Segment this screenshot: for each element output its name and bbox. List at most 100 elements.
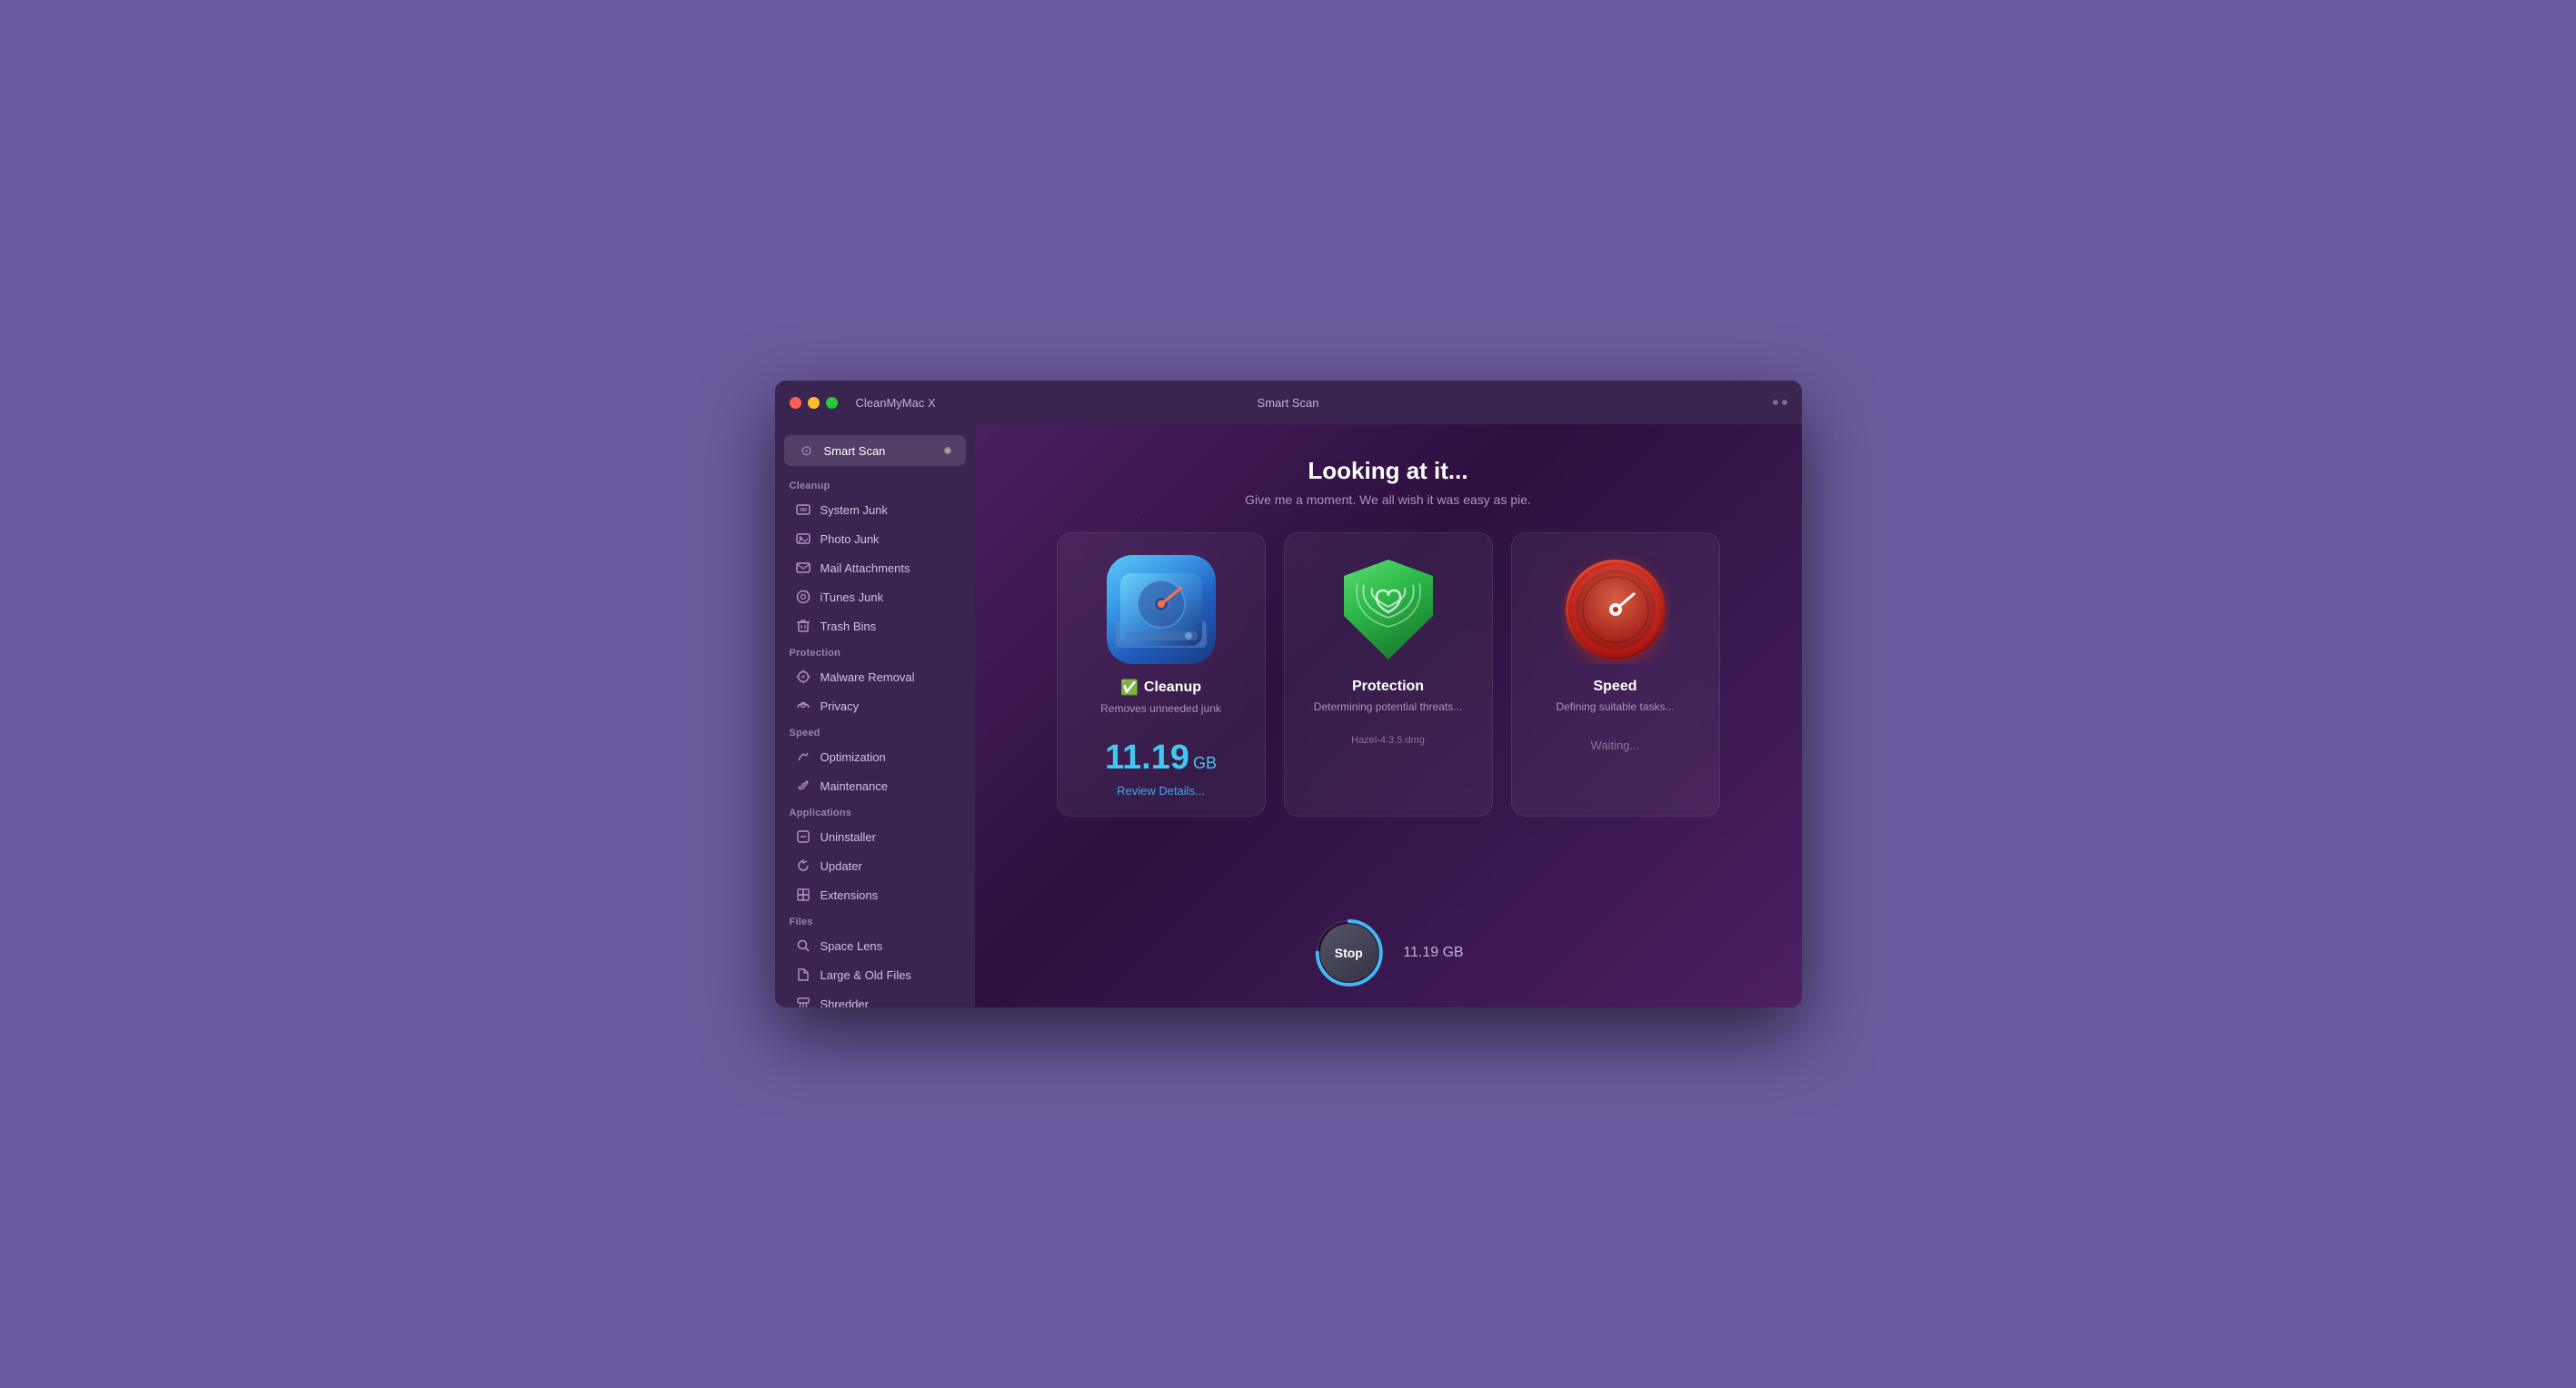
sidebar-item-photo-junk[interactable]: Photo Junk (781, 524, 970, 553)
section-header-protection: Protection (775, 640, 975, 662)
titlebar: CleanMyMac X Smart Scan (775, 381, 1802, 424)
review-details-link[interactable]: Review Details... (1117, 784, 1205, 798)
shredder-label: Shredder (821, 997, 869, 1008)
section-header-files: Files (775, 909, 975, 931)
sidebar: ⊙ Smart Scan Cleanup System Junk Photo J… (775, 424, 975, 1007)
uninstaller-label: Uninstaller (821, 830, 876, 844)
section-header-cleanup: Cleanup (775, 473, 975, 495)
large-files-icon (795, 967, 811, 983)
main-subtitle: Give me a moment. We all wish it was eas… (1245, 492, 1531, 507)
sidebar-item-large-old-files[interactable]: Large & Old Files (781, 960, 970, 989)
shredder-icon (795, 996, 811, 1007)
cleanup-check-icon: ✅ (1120, 679, 1139, 697)
sidebar-item-uninstaller[interactable]: Uninstaller (781, 822, 970, 851)
sidebar-item-space-lens[interactable]: Space Lens (781, 931, 970, 960)
titlebar-dot-2 (1782, 400, 1787, 405)
sidebar-item-maintenance[interactable]: Maintenance (781, 771, 970, 800)
extensions-label: Extensions (821, 888, 879, 902)
malware-icon (795, 669, 811, 685)
sidebar-item-updater[interactable]: Updater (781, 851, 970, 880)
speed-waiting-label: Waiting... (1591, 739, 1640, 752)
section-header-speed: Speed (775, 720, 975, 742)
close-button[interactable] (790, 397, 801, 409)
large-old-files-label: Large & Old Files (821, 968, 911, 982)
trash-icon (795, 618, 811, 634)
protection-card-desc: Determining potential threats... (1314, 700, 1462, 729)
photo-junk-label: Photo Junk (821, 532, 880, 546)
cleanup-title-row: ✅ Cleanup (1120, 679, 1201, 697)
app-name-label: CleanMyMac X (856, 396, 936, 410)
section-header-applications: Applications (775, 800, 975, 822)
protection-title-row: Protection (1352, 679, 1424, 695)
space-lens-icon (795, 937, 811, 954)
main-content: Looking at it... Give me a moment. We al… (975, 424, 1802, 1007)
smart-scan-label: Smart Scan (824, 444, 935, 458)
space-lens-label: Space Lens (821, 939, 883, 953)
speed-title-row: Speed (1593, 679, 1636, 695)
trash-bins-label: Trash Bins (821, 620, 877, 633)
minimize-button[interactable] (808, 397, 820, 409)
scan-indicator (944, 447, 951, 454)
smart-scan-icon: ⊙ (799, 442, 815, 459)
speed-card-desc: Defining suitable tasks... (1556, 700, 1674, 729)
mail-icon (795, 560, 811, 576)
window-body: ⊙ Smart Scan Cleanup System Junk Photo J… (775, 424, 1802, 1007)
main-title: Looking at it... (1245, 457, 1531, 485)
protection-card: Protection Determining potential threats… (1284, 532, 1493, 817)
titlebar-right-controls (1773, 400, 1787, 405)
size-display: 11.19 GB (1403, 945, 1463, 961)
sidebar-item-extensions[interactable]: Extensions (781, 880, 970, 909)
photo-junk-icon (795, 530, 811, 547)
protection-icon-wrap (1334, 555, 1443, 664)
main-header: Looking at it... Give me a moment. We al… (1245, 424, 1531, 532)
window-title: Smart Scan (1258, 396, 1319, 410)
sidebar-item-malware-removal[interactable]: Malware Removal (781, 662, 970, 691)
protection-card-title: Protection (1352, 679, 1424, 695)
speed-card-title: Speed (1593, 679, 1636, 695)
sidebar-item-optimization[interactable]: Optimization (781, 742, 970, 771)
mail-attachments-label: Mail Attachments (821, 561, 910, 575)
optimization-icon (795, 749, 811, 765)
sidebar-item-itunes-junk[interactable]: iTunes Junk (781, 582, 970, 611)
itunes-junk-label: iTunes Junk (821, 590, 884, 604)
cleanup-size: 11.19 GB (1105, 740, 1217, 777)
malware-removal-label: Malware Removal (821, 670, 915, 684)
sidebar-item-smart-scan[interactable]: ⊙ Smart Scan (784, 435, 966, 466)
privacy-icon (795, 698, 811, 714)
cards-container: ✅ Cleanup Removes unneeded junk 11.19 GB… (1020, 532, 1756, 817)
stop-button[interactable]: Stop (1319, 924, 1378, 982)
extensions-icon (795, 887, 811, 903)
cleanup-card: ✅ Cleanup Removes unneeded junk 11.19 GB… (1057, 532, 1266, 817)
updater-icon (795, 858, 811, 874)
stop-button-wrap: Stop (1312, 917, 1385, 989)
itunes-icon (795, 589, 811, 605)
speed-card: Speed Defining suitable tasks... Waiting… (1511, 532, 1720, 817)
privacy-label: Privacy (821, 699, 860, 713)
sidebar-item-system-junk[interactable]: System Junk (781, 495, 970, 524)
system-junk-label: System Junk (821, 503, 888, 517)
traffic-lights (790, 397, 838, 409)
cleanup-size-unit: GB (1193, 754, 1217, 773)
cleanup-card-title: Cleanup (1144, 679, 1201, 696)
uninstaller-icon (795, 828, 811, 845)
bottom-bar: Stop 11.19 GB (1312, 917, 1463, 989)
system-junk-icon (795, 501, 811, 518)
sidebar-item-mail-attachments[interactable]: Mail Attachments (781, 553, 970, 582)
maintenance-icon (795, 778, 811, 794)
sidebar-item-shredder[interactable]: Shredder (781, 989, 970, 1007)
protection-file-label: Hazel-4.3.5.dmg (1351, 735, 1425, 746)
speed-icon (1566, 560, 1666, 659)
maintenance-label: Maintenance (821, 779, 888, 793)
optimization-label: Optimization (821, 750, 886, 764)
cleanup-card-desc: Removes unneeded junk (1100, 702, 1221, 731)
updater-label: Updater (821, 859, 862, 873)
sidebar-item-trash-bins[interactable]: Trash Bins (781, 611, 970, 640)
cleanup-size-value: 11.19 (1105, 740, 1189, 775)
sidebar-item-privacy[interactable]: Privacy (781, 691, 970, 720)
titlebar-dot-1 (1773, 400, 1778, 405)
app-window: CleanMyMac X Smart Scan ⊙ Smart Scan Cle… (775, 381, 1802, 1007)
protection-icon (1334, 555, 1443, 664)
maximize-button[interactable] (826, 397, 838, 409)
speed-icon-wrap (1561, 555, 1670, 664)
cleanup-icon-wrap (1107, 555, 1216, 664)
